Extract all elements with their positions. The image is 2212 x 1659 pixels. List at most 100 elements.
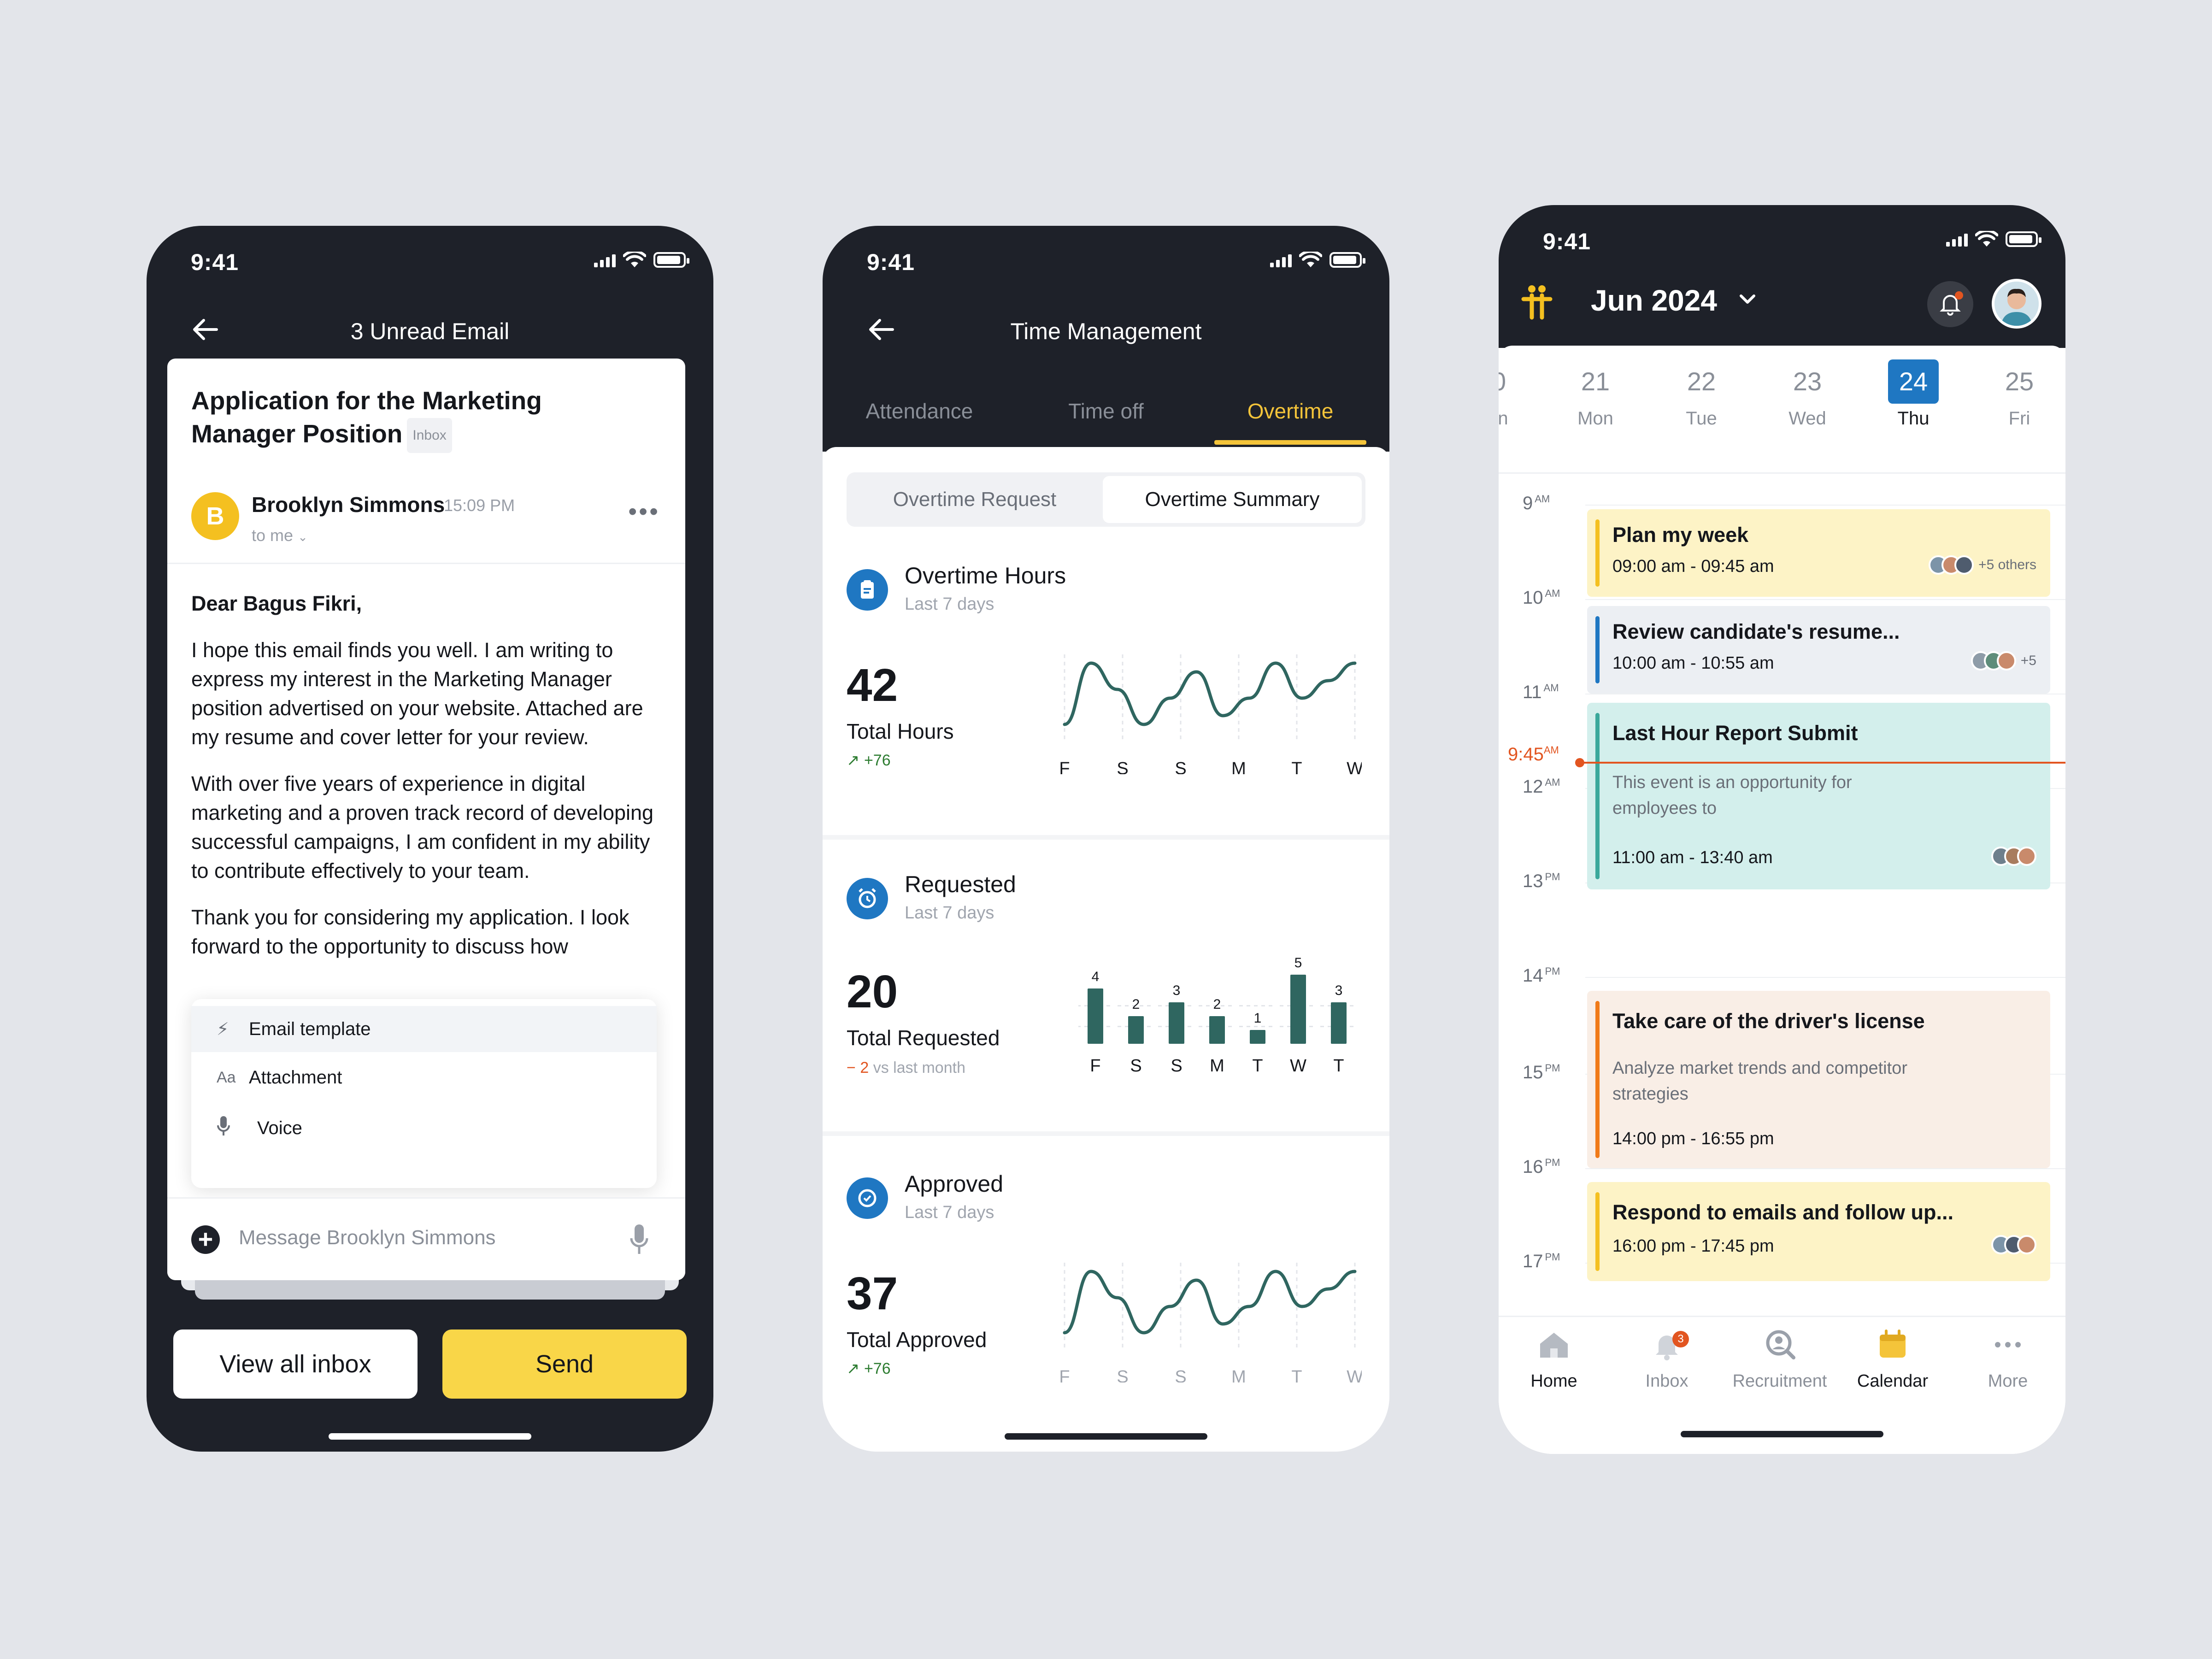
- event-card[interactable]: Last Hour Report Submit This event is an…: [1587, 703, 2050, 889]
- menu-item-email-template[interactable]: ⚡ Email template: [191, 1006, 657, 1052]
- x-tick-label: W: [1347, 759, 1362, 774]
- hour-gridline: [1585, 1168, 2065, 1169]
- current-time-dot: [1575, 758, 1584, 767]
- event-card[interactable]: Respond to emails and follow up... 16:00…: [1587, 1182, 2050, 1281]
- signal-icon: [594, 253, 616, 267]
- status-bar: 9:41: [1499, 205, 2065, 274]
- notification-bell-icon[interactable]: [1927, 281, 1973, 327]
- text-format-icon: Aa: [217, 1068, 236, 1086]
- event-time: 11:00 am - 13:40 am: [1612, 848, 1773, 867]
- status-bar: 9:41: [147, 226, 713, 295]
- x-tick-label: S: [1117, 1367, 1128, 1382]
- app-logo-icon: [1521, 285, 1553, 320]
- bar-value-label: 3: [1335, 983, 1343, 998]
- signal-icon: [1270, 253, 1292, 267]
- email-greeting: Dear Bagus Fikri,: [191, 592, 362, 615]
- overtime-hours-chart: FSSMTW: [1059, 654, 1362, 774]
- status-bar: 9:41: [823, 226, 1389, 295]
- battery-icon: [653, 252, 689, 268]
- event-description: This event is an opportunity for employe…: [1612, 773, 1852, 818]
- calendar-icon: [1880, 1330, 1906, 1358]
- event-color-bar: [1595, 1001, 1600, 1158]
- bar: [1088, 988, 1103, 1044]
- hour-label: 12 AM: [1523, 777, 1560, 797]
- x-tick-label: W: [1290, 1056, 1306, 1076]
- bar: [1128, 1016, 1144, 1044]
- x-tick-label: S: [1175, 1367, 1186, 1382]
- event-title: Plan my week: [1612, 523, 1749, 547]
- bolt-icon: ⚡: [217, 1019, 229, 1039]
- email-card: Application for the Marketing Manager Po…: [167, 359, 685, 1280]
- recruitment-icon: [1766, 1330, 1795, 1359]
- day-item[interactable]: 22 Tue: [1671, 359, 1731, 429]
- battery-icon: [2006, 231, 2041, 247]
- event-time: 09:00 am - 09:45 am: [1612, 557, 1774, 576]
- current-time-label: 9:45AM: [1508, 744, 1559, 765]
- x-tick-label: T: [1333, 1056, 1344, 1076]
- hour-label: 16 PM: [1523, 1157, 1560, 1177]
- view-all-inbox-button[interactable]: View all inbox: [173, 1330, 418, 1399]
- email-paragraph: Thank you for considering my application…: [191, 906, 629, 958]
- nav-more[interactable]: More: [1953, 1326, 2063, 1391]
- inbox-tag: Inbox: [407, 418, 452, 453]
- user-avatar[interactable]: [1992, 279, 2041, 329]
- hour-label: 14 PM: [1523, 965, 1560, 986]
- event-card[interactable]: Plan my week 09:00 am - 09:45 am +5 othe…: [1587, 509, 2050, 597]
- status-time: 9:41: [191, 249, 239, 275]
- wifi-icon: [1299, 252, 1322, 267]
- attendee-avatars: +5 others: [1929, 555, 2036, 575]
- x-tick-label: S: [1117, 759, 1128, 774]
- segment-overtime-request[interactable]: Overtime Request: [847, 472, 1103, 527]
- section-title: Requested: [905, 871, 1016, 897]
- day-item[interactable]: 25 Fri: [1989, 359, 2049, 429]
- event-title: Last Hour Report Submit: [1612, 721, 1858, 745]
- day-item[interactable]: 21 Mon: [1565, 359, 1625, 429]
- segmented-control: Overtime Request Overtime Summary: [847, 472, 1365, 527]
- tab-overtime[interactable]: Overtime: [1212, 399, 1369, 424]
- event-card[interactable]: Review candidate's resume... 10:00 am - …: [1587, 606, 2050, 694]
- inbox-badge: 3: [1672, 1331, 1689, 1347]
- hour-label: 10 AM: [1523, 588, 1560, 608]
- mic-icon[interactable]: [630, 1224, 648, 1256]
- menu-item-voice[interactable]: Voice: [191, 1105, 657, 1151]
- tab-attendance[interactable]: Attendance: [841, 399, 998, 424]
- more-options-icon[interactable]: •••: [628, 499, 660, 524]
- nav-inbox[interactable]: 3 Inbox: [1612, 1326, 1722, 1391]
- recipient-toggle[interactable]: to me ⌄: [252, 526, 308, 545]
- event-card[interactable]: Take care of the driver's license Analyz…: [1587, 991, 2050, 1168]
- day-item[interactable]: 20Sun: [1499, 359, 1522, 429]
- section-title: Approved: [905, 1171, 1004, 1197]
- home-indicator: [1005, 1433, 1207, 1440]
- divider: [167, 563, 685, 564]
- calendar-phone: 9:41 Jun 2024 20Sun 21Mon 22Tue 23Wed 24…: [1499, 205, 2065, 1454]
- attendee-avatars: [1991, 1235, 2036, 1254]
- hour-label: 13 PM: [1523, 871, 1560, 891]
- chevron-down-icon[interactable]: [1738, 290, 1757, 309]
- trend-up-icon: ↗: [847, 752, 860, 769]
- section-divider: [823, 1131, 1389, 1136]
- current-time-line: [1578, 762, 2065, 764]
- wifi-icon: [623, 252, 646, 267]
- hour-label: 9 AM: [1523, 493, 1550, 513]
- alarm-clock-icon: [847, 878, 888, 919]
- message-input[interactable]: Message Brooklyn Simmons: [239, 1226, 496, 1249]
- add-icon[interactable]: +: [191, 1225, 220, 1254]
- nav-calendar[interactable]: Calendar: [1837, 1326, 1948, 1391]
- requested-bar-chart: 4 F 2 S 3 S 2 M 1 T 5 W 3 T: [1078, 955, 1357, 1076]
- tab-time-off[interactable]: Time off: [1028, 399, 1184, 424]
- x-tick-label: M: [1231, 1367, 1246, 1382]
- email-paragraph: With over five years of experience in di…: [191, 772, 654, 882]
- day-item[interactable]: 23 Wed: [1777, 359, 1837, 429]
- send-button[interactable]: Send: [442, 1330, 687, 1399]
- compose-menu: ⚡ Email template Aa Attachment Voice: [191, 999, 657, 1188]
- section-subtitle: Last 7 days: [905, 594, 994, 614]
- nav-recruitment[interactable]: Recruitment: [1724, 1326, 1835, 1391]
- event-color-bar: [1595, 519, 1600, 587]
- segment-overtime-summary[interactable]: Overtime Summary: [1103, 476, 1362, 523]
- nav-home[interactable]: Home: [1499, 1326, 1609, 1391]
- day-item-selected[interactable]: 24 Thu: [1883, 359, 1943, 429]
- menu-item-attachment[interactable]: Aa Attachment: [191, 1054, 657, 1100]
- total-requested-value: 20: [847, 966, 898, 1018]
- month-selector[interactable]: Jun 2024: [1591, 283, 1717, 318]
- total-hours-label: Total Hours: [847, 719, 954, 743]
